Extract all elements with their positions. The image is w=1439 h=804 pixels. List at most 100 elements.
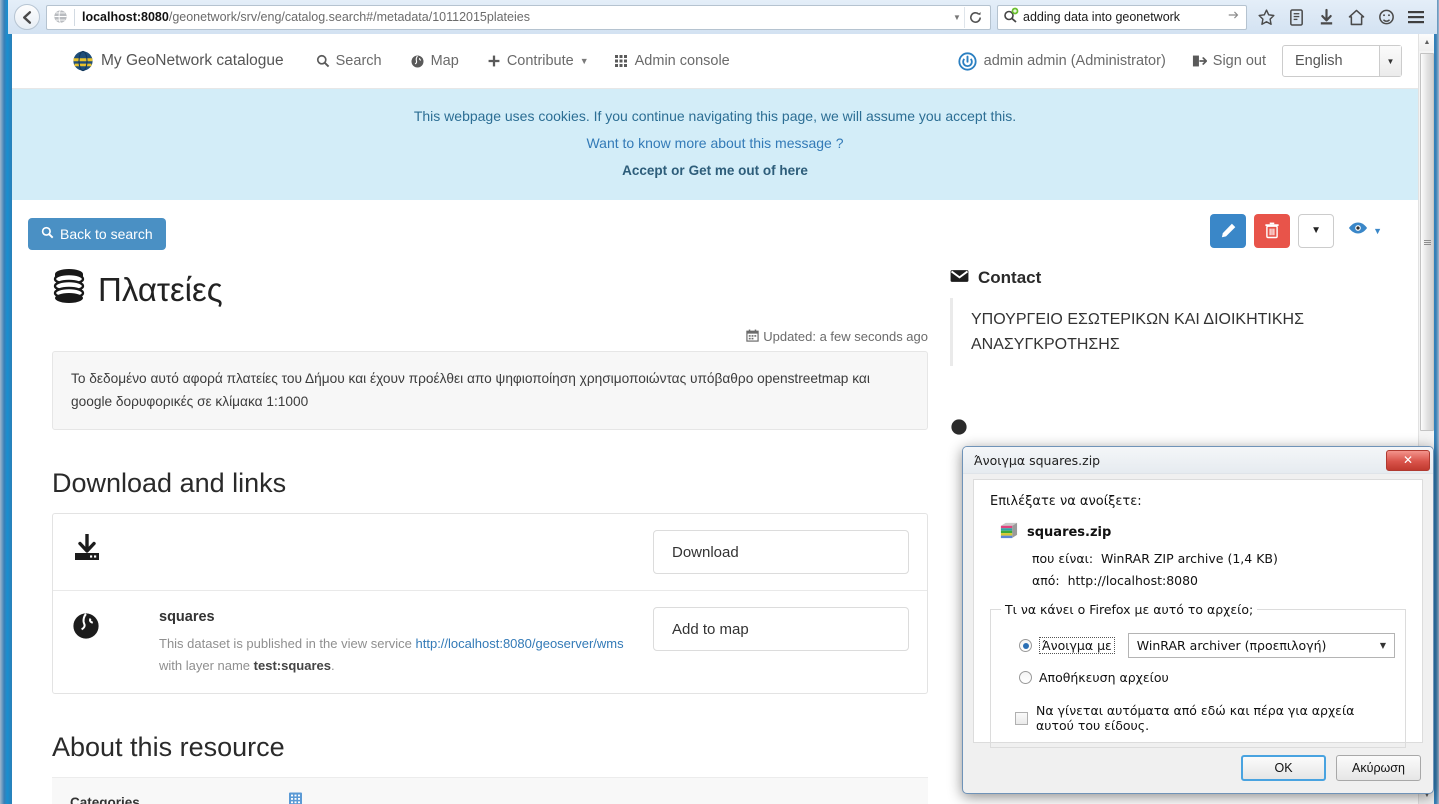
auto-open-checkbox-label: Να γίνεται αυτόματα από εδώ και πέρα για…	[1036, 703, 1355, 733]
hamburger-menu-icon[interactable]	[1401, 3, 1431, 31]
site-navbar: My GeoNetwork catalogue Search Map Contr…	[12, 34, 1418, 89]
layer-name: test:squares	[253, 658, 331, 674]
search-bar[interactable]: adding data into geonetwork	[997, 4, 1247, 30]
cookie-accept-button[interactable]: Accept	[622, 163, 667, 178]
page-title: Πλατείες	[52, 268, 928, 312]
library-icon[interactable]	[1281, 3, 1311, 31]
signout-icon	[1192, 54, 1207, 68]
table-row: Categories	[52, 777, 928, 804]
search-go-icon[interactable]	[1227, 8, 1241, 27]
building-icon[interactable]	[288, 792, 303, 804]
database-icon	[52, 268, 86, 312]
geonetwork-logo-icon	[72, 50, 94, 72]
auto-open-checkbox-row[interactable]: Να γίνεται αυτόματα από εδώ και πέρα για…	[1015, 703, 1395, 733]
view-mode-caret-down-icon[interactable]: ▼	[1373, 226, 1382, 236]
ok-button[interactable]: OK	[1241, 755, 1326, 781]
radio-open-with[interactable]	[1019, 639, 1032, 652]
download-dialog: Άνοιγμα squares.zip ✕ Επιλέξατε να ανοίξ…	[962, 446, 1434, 794]
cancel-button[interactable]: Ακύρωση	[1336, 755, 1421, 781]
signout-link[interactable]: Sign out	[1192, 53, 1266, 69]
application-select[interactable]: WinRAR archiver (προεπιλογή) ▼	[1127, 633, 1395, 658]
back-to-search-button[interactable]: Back to search	[28, 217, 166, 250]
user-menu[interactable]: admin admin (Administrator)	[958, 51, 1166, 71]
dialog-buttons: OK Ακύρωση	[1241, 755, 1421, 781]
cookie-message: This webpage uses cookies. If you contin…	[413, 108, 1017, 124]
search-icon	[41, 226, 54, 242]
filetype-value: WinRAR ZIP archive (1,4 KB)	[1100, 551, 1278, 566]
download-arrow-icon[interactable]	[1311, 3, 1341, 31]
search-icon	[316, 54, 330, 68]
dialog-file-row: squares.zip	[990, 521, 1406, 544]
nav-item-contribute[interactable]: Contribute	[487, 53, 574, 69]
updated-text: Updated: a few seconds ago	[763, 329, 928, 345]
star-icon[interactable]	[1251, 3, 1281, 31]
download-button[interactable]: Download	[653, 530, 909, 575]
window-edge-left	[0, 0, 12, 804]
cookie-or-label: or	[671, 162, 685, 178]
scrollbar-up-button[interactable]: ▲	[1419, 34, 1434, 51]
nav-item-map[interactable]: Map	[410, 53, 459, 69]
user-name: admin admin (Administrator)	[983, 53, 1166, 69]
more-actions-caret-down-icon[interactable]: ▼	[1298, 213, 1335, 248]
radio-save-file-label: Αποθήκευση αρχείου	[1039, 670, 1169, 685]
cookie-banner: This webpage uses cookies. If you contin…	[12, 89, 1418, 200]
radio-open-with-label: Άνοιγμα με	[1039, 637, 1115, 654]
wms-globe-icon	[71, 607, 159, 646]
trash-icon[interactable]	[1254, 213, 1291, 248]
chat-bubble-icon[interactable]	[1371, 3, 1401, 31]
contribute-caret-down-icon[interactable]: ▼	[580, 56, 589, 66]
contact-panel-heading: Contact	[950, 268, 1402, 288]
radio-row-open-with[interactable]: Άνοιγμα με WinRAR archiver (προεπιλογή) …	[1019, 633, 1395, 658]
nav-label-search: Search	[335, 53, 382, 69]
filetype-label: που είναι:	[1032, 551, 1094, 566]
view-mode-selector[interactable]: ▼	[1348, 221, 1382, 240]
cookie-more-link[interactable]: Want to know more about this message ?	[586, 135, 843, 151]
language-selector[interactable]: English ▼	[1282, 45, 1402, 77]
user-power-icon	[958, 51, 977, 71]
nav-label-contribute: Contribute	[506, 53, 574, 69]
wms-service-link[interactable]: http://localhost:8080/geoserver/wms	[416, 636, 624, 651]
cookie-actions: Accept or Get me out of here	[22, 158, 1408, 184]
spatial-extent-panel-heading	[950, 418, 1402, 441]
desc-middle: with layer name	[159, 658, 254, 674]
home-icon[interactable]	[1341, 3, 1371, 31]
plus-icon	[487, 54, 501, 68]
nav-item-admin-console[interactable]: Admin console	[614, 53, 730, 69]
reload-icon[interactable]	[964, 6, 986, 28]
search-add-icon	[1003, 7, 1019, 28]
search-input-value[interactable]: adding data into geonetwork	[1023, 10, 1227, 24]
auto-open-checkbox[interactable]	[1015, 711, 1028, 725]
metadata-abstract: Το δεδομένο αυτό αφορά πλατείες του Δήμο…	[52, 350, 928, 431]
scrollbar-thumb[interactable]	[1420, 53, 1434, 431]
map-globe-icon	[410, 54, 425, 69]
grid-icon	[614, 54, 629, 68]
browser-toolbar: localhost:8080/geonetwork/srv/eng/catalo…	[8, 0, 1437, 34]
download-section-heading: Download and links	[52, 468, 287, 499]
address-bar[interactable]: localhost:8080/geonetwork/srv/eng/catalo…	[46, 4, 991, 30]
brand-label: My GeoNetwork catalogue	[101, 52, 284, 69]
radio-row-save-file[interactable]: Αποθήκευση αρχείου	[1019, 670, 1395, 685]
close-icon[interactable]: ✕	[1386, 449, 1430, 471]
envelope-icon	[950, 268, 969, 288]
dialog-filename: squares.zip	[1027, 525, 1112, 540]
add-to-map-button[interactable]: Add to map	[653, 607, 909, 652]
edit-icon[interactable]	[1210, 213, 1247, 248]
nav-label-map: Map	[430, 53, 459, 69]
back-arrow-icon[interactable]	[14, 4, 40, 30]
radio-save-file[interactable]	[1019, 671, 1032, 684]
desc-suffix: .	[330, 658, 335, 674]
about-resource-table: Categories	[52, 777, 928, 804]
link-body: squares This dataset is published in the…	[159, 607, 653, 677]
dialog-titlebar: Άνοιγμα squares.zip ✕	[963, 447, 1433, 474]
source-value: http://localhost:8080	[1067, 573, 1199, 588]
chevron-down-icon[interactable]: ▼	[1380, 641, 1386, 650]
cookie-leave-button[interactable]: Get me out of here	[689, 163, 808, 178]
metadata-action-bar: ▼ ▼	[1210, 213, 1382, 248]
about-section-heading: About this resource	[52, 732, 285, 763]
language-caret-down-icon[interactable]: ▼	[1379, 46, 1401, 76]
nav-item-search[interactable]: Search	[316, 53, 382, 69]
chevron-down-icon[interactable]: ▼	[950, 13, 964, 22]
brand-link[interactable]: My GeoNetwork catalogue	[72, 50, 284, 72]
table-row: squares This dataset is published in the…	[53, 590, 927, 693]
source-label: από:	[1032, 573, 1060, 588]
